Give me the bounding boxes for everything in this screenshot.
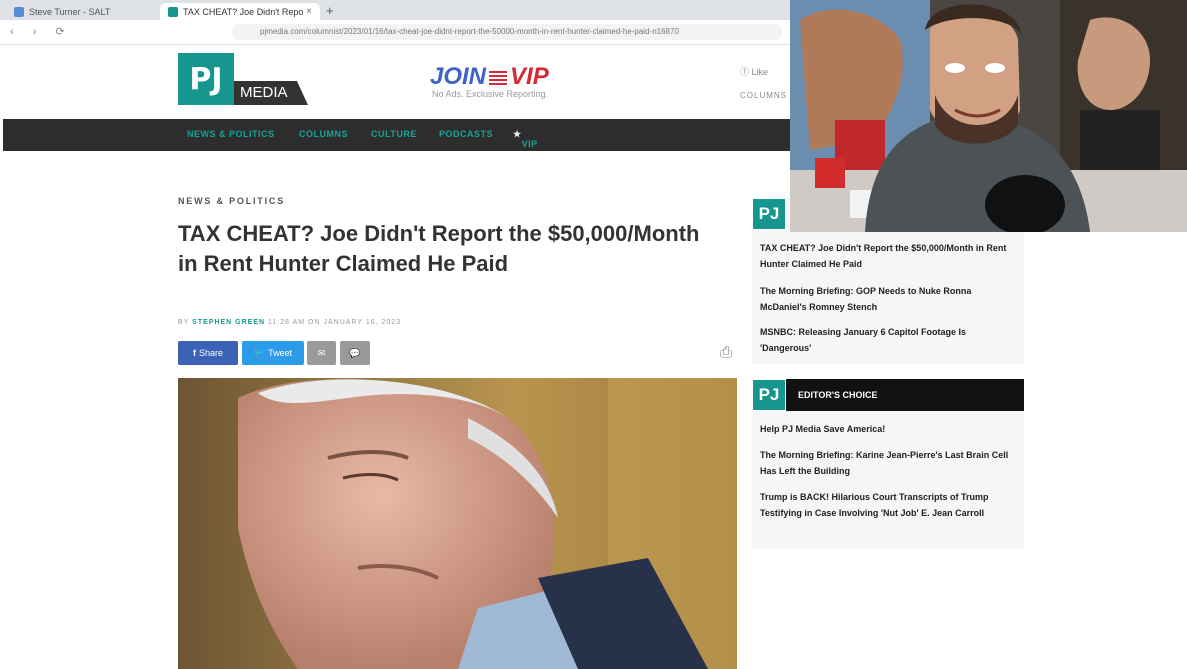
sidebar-link[interactable]: The Morning Briefing: GOP Needs to Nuke … xyxy=(760,283,1018,315)
pj-media-logo[interactable]: PJ MEDIA xyxy=(178,53,308,111)
browser-tab-bar: Steve Turner - SALT TAX CHEAT? Joe Didn'… xyxy=(0,0,790,20)
tab-title: TAX CHEAT? Joe Didn't Report th xyxy=(183,6,303,17)
sidebar-link[interactable]: Help PJ Media Save America! xyxy=(760,421,1018,437)
close-tab-icon[interactable]: × xyxy=(306,6,312,17)
join-vip-banner[interactable]: JOIN VIP xyxy=(430,63,549,91)
facebook-icon: f xyxy=(192,348,196,358)
sidebar-link[interactable]: Trump is BACK! Hilarious Court Transcrip… xyxy=(760,489,1018,521)
tab-favicon-icon xyxy=(14,6,24,17)
nav-culture[interactable]: CULTURE xyxy=(371,129,417,139)
sidebar-link[interactable]: TAX CHEAT? Joe Didn't Report the $50,000… xyxy=(760,240,1018,272)
nav-vip[interactable]: ★ VIP xyxy=(513,129,537,149)
browser-tab-active[interactable]: TAX CHEAT? Joe Didn't Report th × xyxy=(160,3,320,20)
nav-podcasts[interactable]: PODCASTS xyxy=(439,129,493,139)
email-icon: ✉ xyxy=(317,347,326,358)
main-nav: NEWS & POLITICS COLUMNS CULTURE PODCASTS… xyxy=(3,119,790,151)
webcam-overlay xyxy=(790,0,1187,232)
nav-vip-label: VIP xyxy=(521,139,538,149)
comment-icon: 💬 xyxy=(349,347,361,358)
sidebar-pj-logo: PJ xyxy=(752,379,786,411)
facebook-share-button[interactable]: f Share xyxy=(178,341,238,365)
share-label: Share xyxy=(198,348,224,358)
like-label: Like xyxy=(751,67,769,77)
join-label: JOIN xyxy=(430,63,487,90)
hero-photo-illustration xyxy=(178,378,737,669)
sidebar-link[interactable]: MSNBC: Releasing January 6 Capitol Foota… xyxy=(760,324,1018,356)
tweet-label: Tweet xyxy=(268,348,293,358)
article-category[interactable]: NEWS & POLITICS xyxy=(178,196,285,206)
new-tab-button[interactable]: + xyxy=(326,3,334,18)
comments-button[interactable]: 💬 xyxy=(340,341,370,365)
twitter-icon: 🐦 xyxy=(253,347,266,358)
tab-title: Steve Turner - SALT xyxy=(29,6,111,17)
address-bar-row: ‹ › ⟳ 🔒 pjmedia.com/columnist/2023/01/16… xyxy=(0,20,790,45)
header-columns-link[interactable]: COLUMNS xyxy=(740,91,787,100)
back-forward-reload-icons[interactable]: ‹ › ⟳ xyxy=(10,25,73,38)
article-byline: BY STEPHEN GREEN 11:28 AM ON JANUARY 16,… xyxy=(178,319,401,326)
sidebar-pj-logo: PJ xyxy=(752,198,786,230)
byline-date: 11:28 AM ON JANUARY 16, 2023 xyxy=(268,319,402,326)
flag-icon xyxy=(489,70,508,85)
logo-pj: PJ xyxy=(178,53,234,105)
article-hero-photo xyxy=(178,378,737,669)
site-header: PJ MEDIA JOIN VIP No Ads. Exclusive Repor… xyxy=(0,45,790,119)
email-share-button[interactable]: ✉ xyxy=(307,341,336,365)
nav-news-politics[interactable]: NEWS & POLITICS xyxy=(187,129,275,139)
header-like-link[interactable]: ⓕ Like xyxy=(740,65,768,78)
logo-media: MEDIA xyxy=(234,81,308,105)
url-field[interactable]: pjmedia.com/columnist/2023/01/16/tax-che… xyxy=(232,24,782,40)
vip-label: VIP xyxy=(510,63,549,90)
tab-favicon-icon xyxy=(168,6,178,17)
print-icon[interactable]: ⎙ xyxy=(720,344,732,361)
webcam-illustration xyxy=(790,0,1187,232)
twitter-share-button[interactable]: 🐦 Tweet xyxy=(242,341,304,365)
sidebar-link[interactable]: The Morning Briefing: Karine Jean-Pierre… xyxy=(760,447,1018,479)
editors-choice-heading: EDITOR'S CHOICE xyxy=(786,379,1024,411)
vip-tagline: No Ads. Exclusive Reporting. xyxy=(432,89,549,99)
browser-tab[interactable]: Steve Turner - SALT xyxy=(6,3,156,20)
author-link[interactable]: STEPHEN GREEN xyxy=(192,319,265,326)
byline-prefix: BY xyxy=(178,319,190,326)
article-headline: TAX CHEAT? Joe Didn't Report the $50,000… xyxy=(178,221,700,276)
nav-columns[interactable]: COLUMNS xyxy=(299,129,348,139)
